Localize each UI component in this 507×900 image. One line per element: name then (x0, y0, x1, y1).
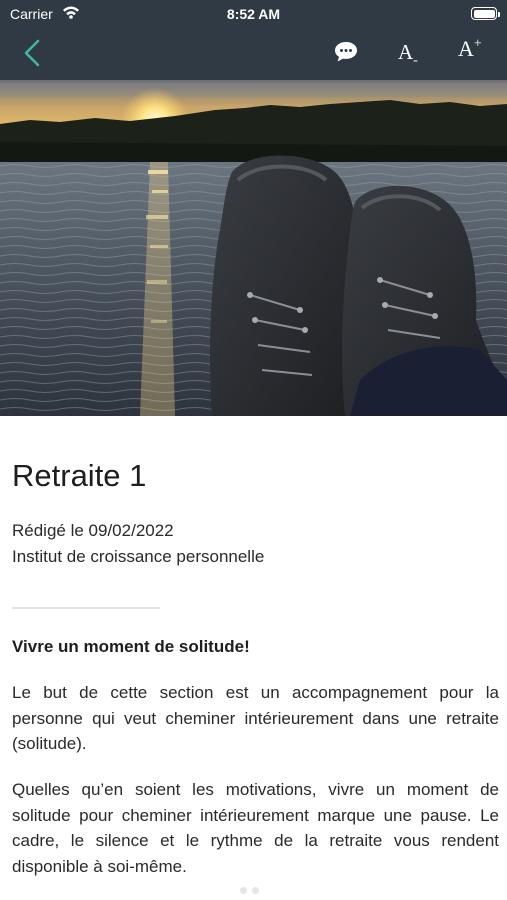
page-dot (240, 887, 247, 894)
page-dot (252, 887, 259, 894)
comments-button[interactable] (333, 40, 359, 64)
page-indicator (240, 881, 264, 899)
top-bar: Carrier 8:52 AM A- A+ (0, 0, 507, 80)
font-decrease-letter: A (398, 40, 414, 64)
font-increase-button[interactable]: A+ (458, 36, 482, 62)
battery-icon (471, 7, 500, 20)
status-bar: Carrier 8:52 AM (0, 0, 507, 28)
hero-image (0, 80, 507, 416)
status-time: 8:52 AM (226, 6, 281, 22)
article-paragraph: Quelles qu’en soient les motivations, vi… (12, 780, 499, 876)
divider (12, 607, 160, 609)
back-button[interactable] (18, 38, 48, 68)
font-decrease-mark: - (413, 53, 418, 69)
chevron-left-icon (24, 39, 40, 67)
font-increase-mark: + (473, 36, 482, 52)
article-author: Institut de croissance personnelle (12, 547, 265, 566)
article-subtitle: Vivre un moment de solitude! (12, 637, 250, 656)
font-decrease-button[interactable]: A- (398, 40, 418, 69)
article-title: Retraite 1 (12, 458, 147, 493)
chat-bubble-icon (335, 42, 357, 62)
nav-bar: A- A+ (0, 28, 507, 80)
article-date: Rédigé le 09/02/2022 (12, 521, 174, 540)
font-increase-letter: A (458, 36, 474, 61)
article-paragraph: Le but de cette section est un accompagn… (12, 683, 499, 753)
